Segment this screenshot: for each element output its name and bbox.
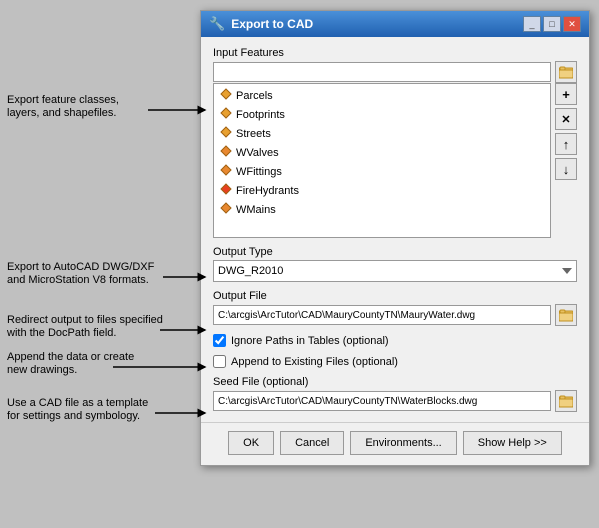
dialog-tool-icon: 🔧 xyxy=(209,16,225,32)
svg-text:layers, and shapefiles.: layers, and shapefiles. xyxy=(7,107,116,119)
feature-name: WFittings xyxy=(236,166,282,178)
folder-browse-icon xyxy=(559,308,573,322)
input-features-browse-button[interactable] xyxy=(555,61,577,83)
output-type-section: Output Type DWG_R2010 DXF_R2010 DGN_V8 xyxy=(213,246,577,282)
list-item[interactable]: Parcels xyxy=(214,86,550,105)
append-existing-row: Append to Existing Files (optional) xyxy=(213,355,577,368)
output-file-row xyxy=(213,304,577,326)
list-buttons: + ✕ ↑ ↓ xyxy=(555,83,577,238)
seed-file-row xyxy=(213,390,577,412)
move-up-button[interactable]: ↑ xyxy=(555,133,577,155)
move-down-button[interactable]: ↓ xyxy=(555,158,577,180)
add-feature-button[interactable]: + xyxy=(555,83,577,105)
minimize-button[interactable]: _ xyxy=(523,16,541,32)
dialog-controls: _ □ ✕ xyxy=(523,16,581,32)
feature-area: Parcels Footprints Streets WValves WFittings… xyxy=(213,83,577,238)
output-type-label: Output Type xyxy=(213,246,577,258)
svg-text:and MicroStation V8 formats.: and MicroStation V8 formats. xyxy=(7,274,149,286)
dialog-title-text: Export to CAD xyxy=(231,17,313,31)
dialog-footer: OK Cancel Environments... Show Help >> xyxy=(201,422,589,465)
output-file-section: Output File xyxy=(213,290,577,326)
feature-icon xyxy=(220,145,232,160)
seed-file-label: Seed File (optional) xyxy=(213,376,577,388)
output-type-select[interactable]: DWG_R2010 DXF_R2010 DGN_V8 xyxy=(213,260,577,282)
append-existing-checkbox[interactable] xyxy=(213,355,226,368)
list-item[interactable]: WValves xyxy=(214,143,550,162)
output-file-label: Output File xyxy=(213,290,577,302)
dialog-title: 🔧 Export to CAD xyxy=(209,16,313,32)
feature-icon xyxy=(220,202,232,217)
list-item[interactable]: WMains xyxy=(214,200,550,219)
feature-name: WMains xyxy=(236,204,276,216)
feature-icon xyxy=(220,183,232,198)
list-item[interactable]: FireHydrants xyxy=(214,181,550,200)
input-features-section: Input Features xyxy=(213,47,577,238)
cancel-button[interactable]: Cancel xyxy=(280,431,344,455)
input-features-input[interactable] xyxy=(213,62,551,82)
output-file-browse-button[interactable] xyxy=(555,304,577,326)
remove-feature-button[interactable]: ✕ xyxy=(555,108,577,130)
feature-icon xyxy=(220,88,232,103)
feature-name: Footprints xyxy=(236,109,285,121)
svg-text:Redirect output to files speci: Redirect output to files specified xyxy=(7,314,163,326)
input-features-label: Input Features xyxy=(213,47,577,59)
svg-text:Append the data or create: Append the data or create xyxy=(7,351,134,363)
close-button[interactable]: ✕ xyxy=(563,16,581,32)
output-file-input[interactable] xyxy=(213,305,551,325)
seed-file-section: Seed File (optional) xyxy=(213,376,577,412)
svg-text:Use a CAD file as a template: Use a CAD file as a template xyxy=(7,397,148,409)
dialog-body: Input Features xyxy=(201,37,589,422)
input-features-row xyxy=(213,61,577,83)
feature-name: Parcels xyxy=(236,90,273,102)
feature-icon xyxy=(220,126,232,141)
ok-button[interactable]: OK xyxy=(228,431,274,455)
svg-text:with the DocPath field.: with the DocPath field. xyxy=(6,327,116,339)
svg-text:Export to AutoCAD DWG/DXF: Export to AutoCAD DWG/DXF xyxy=(7,261,155,273)
ignore-paths-checkbox[interactable] xyxy=(213,334,226,347)
feature-name: Streets xyxy=(236,128,271,140)
list-item[interactable]: WFittings xyxy=(214,162,550,181)
export-to-cad-dialog: 🔧 Export to CAD _ □ ✕ Input Features xyxy=(200,10,590,466)
feature-icon xyxy=(220,107,232,122)
folder-icon xyxy=(559,65,573,79)
ignore-paths-label: Ignore Paths in Tables (optional) xyxy=(231,335,389,347)
append-existing-label: Append to Existing Files (optional) xyxy=(231,356,398,368)
feature-name: FireHydrants xyxy=(236,185,299,197)
svg-text:for settings and symbology.: for settings and symbology. xyxy=(7,410,140,422)
seed-folder-icon xyxy=(559,394,573,408)
svg-text:new drawings.: new drawings. xyxy=(7,364,77,376)
seed-file-browse-button[interactable] xyxy=(555,390,577,412)
feature-list[interactable]: Parcels Footprints Streets WValves WFittings… xyxy=(213,83,551,238)
list-item[interactable]: Footprints xyxy=(214,105,550,124)
svg-text:Export feature classes,: Export feature classes, xyxy=(7,94,119,106)
seed-file-input[interactable] xyxy=(213,391,551,411)
environments-button[interactable]: Environments... xyxy=(350,431,456,455)
dialog-titlebar: 🔧 Export to CAD _ □ ✕ xyxy=(201,11,589,37)
list-item[interactable]: Streets xyxy=(214,124,550,143)
show-help-button[interactable]: Show Help >> xyxy=(463,431,562,455)
maximize-button[interactable]: □ xyxy=(543,16,561,32)
ignore-paths-row: Ignore Paths in Tables (optional) xyxy=(213,334,577,347)
feature-name: WValves xyxy=(236,147,279,159)
feature-icon xyxy=(220,164,232,179)
